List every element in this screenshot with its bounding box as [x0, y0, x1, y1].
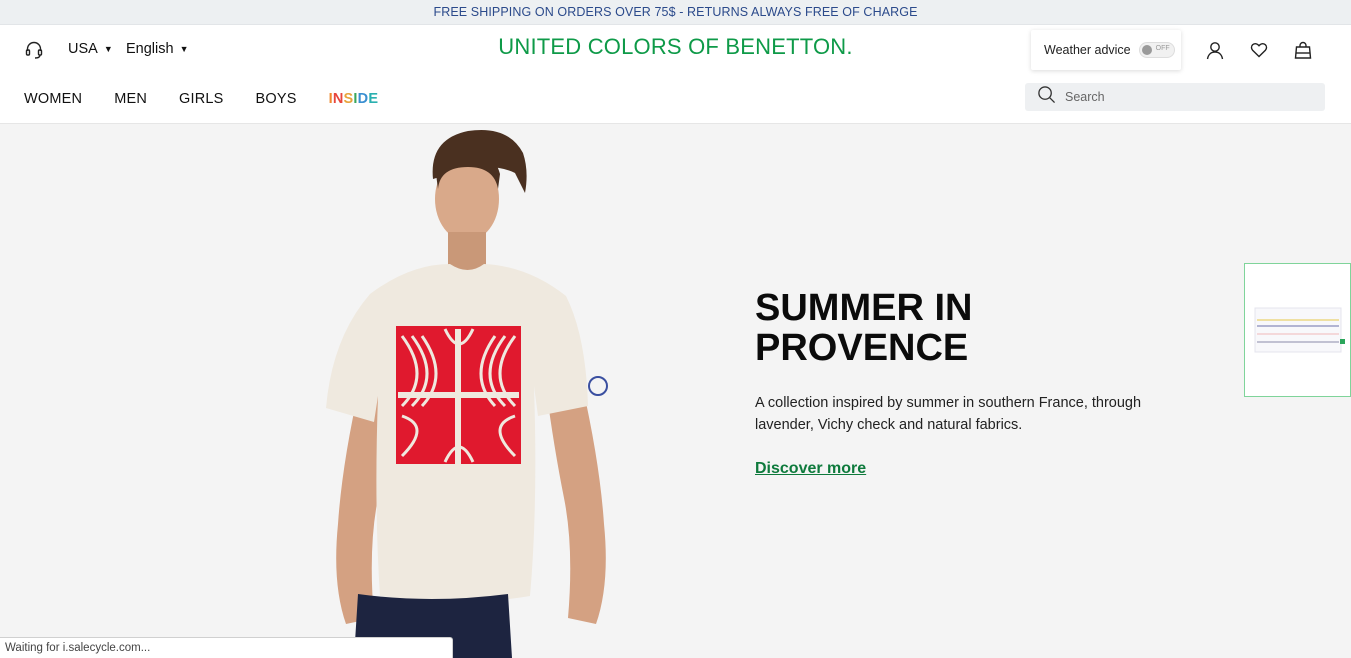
brand-logo[interactable]: UNITED COLORS OF BENETTON.: [498, 34, 852, 59]
caret-down-icon: ▼: [179, 44, 189, 54]
discover-more-link[interactable]: Discover more: [755, 460, 866, 478]
promo-bar: FREE SHIPPING ON ORDERS OVER 75$ - RETUR…: [0, 0, 1351, 25]
nav-item-women[interactable]: WOMEN: [24, 91, 82, 107]
status-text: Waiting for i.salecycle.com...: [5, 642, 151, 654]
hero-title-line-2: PROVENCE: [755, 327, 969, 369]
hero-title-line-1: SUMMER IN: [755, 287, 973, 329]
country-label: USA: [68, 41, 98, 57]
heart-icon[interactable]: [1249, 40, 1269, 60]
weather-advice-widget: Weather advice OFF: [1031, 30, 1181, 70]
nav-item-girls[interactable]: GIRLS: [179, 91, 224, 107]
language-selector[interactable]: English ▼: [126, 41, 188, 57]
weather-advice-label: Weather advice: [1044, 43, 1131, 57]
side-widget[interactable]: [1244, 263, 1351, 397]
nav-item-men[interactable]: MEN: [114, 91, 147, 107]
bag-icon[interactable]: [1293, 40, 1313, 60]
inside-letter: S: [343, 91, 354, 107]
search-input[interactable]: [1065, 90, 1305, 104]
search-icon[interactable]: [1037, 85, 1056, 109]
headset-icon[interactable]: [24, 40, 44, 60]
toggle-knob: [1141, 45, 1152, 55]
toggle-state: OFF: [1155, 45, 1170, 52]
inside-letter: D: [357, 91, 369, 107]
main-nav: WOMEN MEN GIRLS BOYS INSIDE: [24, 91, 410, 107]
account-icon[interactable]: [1205, 40, 1225, 60]
hero-description: A collection inspired by summer in south…: [755, 395, 1142, 433]
caret-down-icon: ▼: [103, 44, 113, 54]
inside-letter: E: [368, 91, 379, 107]
model-photo: [326, 129, 608, 658]
promo-text: FREE SHIPPING ON ORDERS OVER 75$ - RETUR…: [433, 5, 918, 19]
site-header: USA ▼ English ▼ UNITED COLORS OF BENETTO…: [0, 25, 1351, 124]
weather-advice-toggle[interactable]: OFF: [1138, 42, 1175, 58]
widget-preview-icon: [1254, 307, 1345, 353]
nav-item-inside[interactable]: INSIDE: [329, 91, 379, 107]
country-selector[interactable]: USA ▼: [68, 41, 113, 57]
inside-letter: N: [332, 91, 344, 107]
search-bar: [1025, 83, 1325, 111]
hero-title: SUMMER IN PROVENCE: [755, 288, 1075, 368]
hero-banner: SUMMER IN PROVENCE A collection inspired…: [0, 124, 1351, 658]
browser-status-bar: Waiting for i.salecycle.com...: [0, 637, 453, 658]
nav-item-boys[interactable]: BOYS: [256, 91, 297, 107]
language-label: English: [126, 41, 174, 57]
